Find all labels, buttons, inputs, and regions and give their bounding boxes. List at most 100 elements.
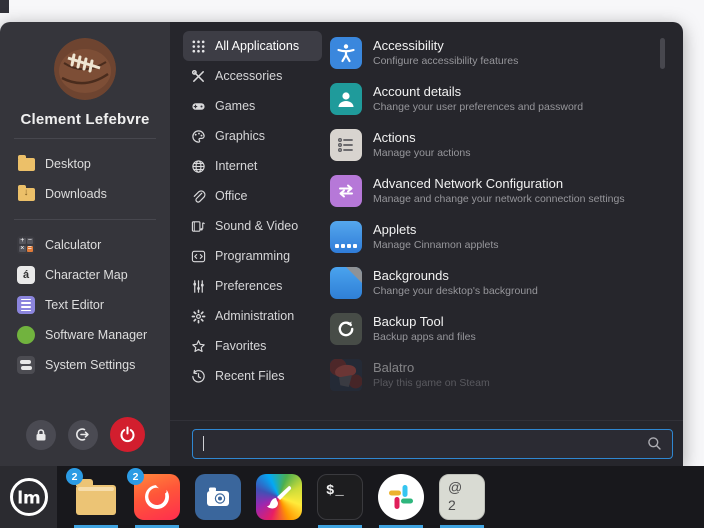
avatar[interactable] [54,38,116,100]
search-icon [647,436,662,451]
user-account-icon [330,83,362,115]
category-label: Office [215,189,247,203]
menu-button[interactable]: lm [0,466,57,528]
category-games[interactable]: Games [183,91,322,121]
sidebar-item-system-settings[interactable]: System Settings [0,350,170,380]
taskbar-slack[interactable] [378,474,424,520]
grid-icon [191,39,206,54]
app-description: Change your desktop's background [373,285,538,298]
taskbar-terminal[interactable]: $_ [317,474,363,520]
category-accessories[interactable]: Accessories [183,61,322,91]
backup-refresh-icon [330,313,362,345]
character-map-icon: á [17,266,35,284]
folder-icon [17,155,35,173]
calculator-icon: +−×= [17,236,35,254]
code-icon [191,249,206,264]
taskbar-firefox[interactable]: 2 [134,474,180,520]
app-title: Applets [373,222,499,238]
gear-icon [191,309,206,324]
category-internet[interactable]: Internet [183,151,322,181]
taskbar-email[interactable]: @ 2 [439,474,485,520]
power-icon [119,426,136,443]
category-label: Games [215,99,255,113]
sidebar-item-downloads[interactable]: Downloads [0,179,170,209]
downloads-folder-icon [17,185,35,203]
cinnamon-menu: Clement Lefebvre Desktop Downloads +−×= … [0,22,683,466]
linux-mint-logo-icon: lm [8,476,50,518]
category-label: Accessories [215,69,282,83]
app-applets[interactable]: Applets Manage Cinnamon applets [330,214,659,260]
background-window-fragment [0,0,9,13]
email-unread-count: 2 [448,497,456,515]
power-button[interactable] [110,417,145,452]
app-actions[interactable]: Actions Manage your actions [330,122,659,168]
sidebar-item-label: Desktop [45,157,91,171]
app-description: Manage Cinnamon applets [373,239,499,252]
files-folder-icon [76,485,116,515]
app-backgrounds[interactable]: Backgrounds Change your desktop's backgr… [330,260,659,306]
app-advanced-network-configuration[interactable]: Advanced Network Configuration Manage an… [330,168,659,214]
logout-button[interactable] [68,420,98,450]
category-office[interactable]: Office [183,181,322,211]
lock-icon [34,428,48,442]
menu-main: All Applications Accessories [170,22,683,466]
search-area [170,420,683,466]
app-description: Play this game on Steam [373,377,490,390]
scrollbar-thumb[interactable] [660,38,665,69]
taskbar-icons: 2 2 [73,474,485,520]
football-avatar-image [54,38,116,100]
app-accessibility[interactable]: Accessibility Configure accessibility fe… [330,30,659,76]
sidebar-item-calculator[interactable]: +−×= Calculator [0,230,170,260]
svg-text:lm: lm [17,489,41,509]
terminal-prompt-text: $_ [326,483,345,499]
category-administration[interactable]: Administration [183,301,322,331]
taskbar: lm 2 2 [0,466,704,528]
sidebar-item-label: Calculator [45,238,101,252]
sidebar-item-label: Downloads [45,187,107,201]
gamepad-icon [191,99,206,114]
sidebar-item-software-manager[interactable]: Software Manager [0,320,170,350]
category-programming[interactable]: Programming [183,241,322,271]
backgrounds-wallpaper-icon [330,267,362,299]
accessibility-icon [330,37,362,69]
app-title: Backup Tool [373,314,476,330]
category-label: All Applications [215,39,299,53]
taskbar-screenshot[interactable] [195,474,241,520]
taskbar-drawing[interactable] [256,474,302,520]
sidebar-item-label: Character Map [45,268,128,282]
category-sound-video[interactable]: Sound & Video [183,211,322,241]
search-input[interactable] [192,429,673,459]
sidebar-item-character-map[interactable]: á Character Map [0,260,170,290]
category-label: Preferences [215,279,282,293]
logout-icon [75,427,90,442]
app-balatro[interactable]: Balatro Play this game on Steam [330,352,659,398]
sidebar-item-label: System Settings [45,358,135,372]
sliders-icon [191,279,206,294]
divider [14,219,156,220]
lock-button[interactable] [26,420,56,450]
category-favorites[interactable]: Favorites [183,331,322,361]
star-icon [191,339,206,354]
app-backup-tool[interactable]: Backup Tool Backup apps and files [330,306,659,352]
menu-sidebar: Clement Lefebvre Desktop Downloads +−×= … [0,22,170,466]
sidebar-item-text-editor[interactable]: Text Editor [0,290,170,320]
category-all-applications[interactable]: All Applications [183,31,322,61]
category-recent-files[interactable]: Recent Files [183,361,322,391]
app-account-details[interactable]: Account details Change your user prefere… [330,76,659,122]
tools-icon [191,69,206,84]
globe-icon [191,159,206,174]
category-label: Programming [215,249,290,263]
taskbar-files[interactable]: 2 [73,474,119,520]
divider [14,138,156,139]
session-buttons [0,417,170,454]
camera-icon [195,474,241,520]
app-description: Manage and change your network connectio… [373,193,625,206]
app-title: Backgrounds [373,268,538,284]
category-label: Internet [215,159,257,173]
palette-icon [191,129,206,144]
category-preferences[interactable]: Preferences [183,271,322,301]
software-manager-icon [17,326,35,344]
category-graphics[interactable]: Graphics [183,121,322,151]
sidebar-item-desktop[interactable]: Desktop [0,149,170,179]
app-title: Accessibility [373,38,518,54]
